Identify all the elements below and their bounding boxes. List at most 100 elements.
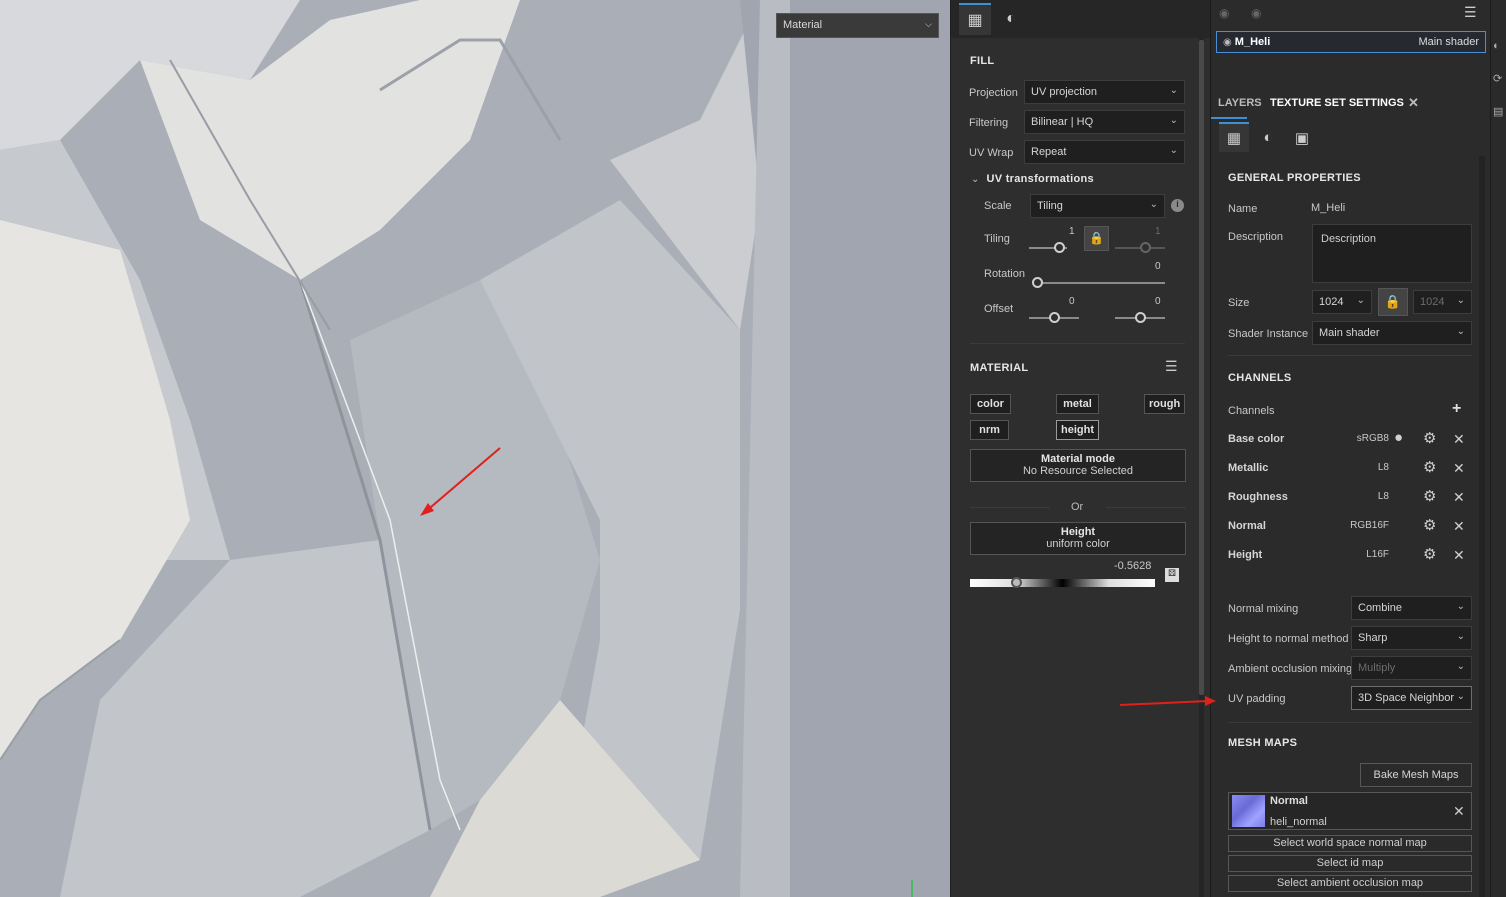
chip-metal[interactable]: metal — [1056, 394, 1099, 414]
offset-knob-a[interactable] — [1049, 312, 1060, 323]
close-icon[interactable]: ✕ — [1453, 431, 1465, 448]
tab-layers[interactable]: LAYERS — [1218, 97, 1262, 109]
texture-set-name: M_Heli — [1234, 36, 1271, 48]
height-to-normal-dropdown[interactable]: Sharp ⌄ — [1351, 626, 1472, 650]
normal-map-thumbnail — [1232, 795, 1265, 827]
ao-mixing-dropdown: Multiply ⌄ — [1351, 656, 1472, 680]
offset-knob-b[interactable] — [1135, 312, 1146, 323]
chip-height[interactable]: height — [1056, 420, 1099, 440]
mesh-maps-title: MESH MAPS — [1228, 737, 1298, 749]
bake-mesh-maps-button[interactable]: Bake Mesh Maps — [1360, 763, 1472, 787]
chevron-down-icon: ⌄ — [971, 174, 980, 185]
properties-scroll-thumb[interactable] — [1199, 40, 1204, 695]
channel-name: Base color — [1228, 433, 1285, 445]
channel-name: Normal — [1228, 520, 1266, 532]
close-icon[interactable]: ✕ — [1453, 803, 1465, 820]
chip-color[interactable]: color — [970, 394, 1011, 414]
chevron-down-icon: ⌄ — [1456, 691, 1465, 702]
height-gradient-slider[interactable] — [970, 579, 1155, 587]
texture-set-scrollbar[interactable] — [1479, 156, 1485, 897]
add-channel-icon[interactable]: + — [1452, 400, 1461, 418]
close-icon[interactable]: ✕ — [1453, 460, 1465, 477]
size-value: 1024 — [1319, 296, 1344, 308]
viewport-mode-select[interactable]: Material ⌵ — [776, 13, 939, 38]
name-value[interactable]: M_Heli — [1311, 202, 1345, 214]
uvwrap-dropdown[interactable]: Repeat ⌄ — [1024, 140, 1185, 164]
chip-nrm[interactable]: nrm — [970, 420, 1009, 440]
channels-label: Channels — [1228, 405, 1275, 417]
close-icon[interactable]: ✕ — [1408, 95, 1419, 111]
info-icon[interactable]: i — [1171, 199, 1184, 212]
properties-panel: ▦ ◐ FILL Projection UV projection ⌄ Filt… — [950, 0, 1210, 897]
scale-dropdown[interactable]: Tiling ⌄ — [1030, 194, 1165, 218]
tab-indicator — [1211, 117, 1247, 119]
rotation-slider[interactable] — [1035, 282, 1165, 284]
color-circles-icon[interactable]: ● — [1394, 429, 1403, 446]
normal-mixing-dropdown[interactable]: Combine ⌄ — [1351, 596, 1472, 620]
texture-set-row[interactable]: ◉ M_Heli Main shader — [1216, 31, 1486, 53]
or-divider-right — [1106, 507, 1186, 508]
texture-set-tabs: LAYERS TEXTURE SET SETTINGS ✕ — [1211, 88, 1491, 120]
mesh-map-name: Normal — [1270, 795, 1308, 807]
select-id-map-button[interactable]: Select id map — [1228, 855, 1472, 872]
select-ao-map-button[interactable]: Select ambient occlusion map — [1228, 875, 1472, 892]
tiling-knob-b — [1140, 242, 1151, 253]
eye-icon[interactable]: ◉ — [1223, 37, 1232, 48]
uv-crop-icon[interactable]: ▣ — [1287, 124, 1317, 154]
document-icon[interactable]: ▤ — [1493, 105, 1503, 118]
close-icon[interactable]: ✕ — [1453, 489, 1465, 506]
gear-icon[interactable]: ⚙ — [1423, 516, 1436, 534]
material-mode-button[interactable]: Material mode No Resource Selected — [970, 449, 1186, 482]
name-label: Name — [1228, 203, 1258, 215]
texture-set-panel: ◉ ◉ ☰ ◉ M_Heli Main shader LAYERS TEXTUR… — [1210, 0, 1490, 897]
dice-icon[interactable]: ⚄ — [1165, 568, 1179, 582]
chip-rough[interactable]: rough — [1144, 394, 1185, 414]
eye-icon[interactable]: ◉ — [1251, 6, 1261, 20]
close-icon[interactable]: ✕ — [1453, 518, 1465, 535]
gear-icon[interactable]: ⚙ — [1423, 429, 1436, 447]
menu-icon[interactable]: ☰ — [1464, 4, 1477, 21]
description-field[interactable]: Description — [1312, 224, 1472, 283]
channel-name: Roughness — [1228, 491, 1288, 503]
size-dropdown[interactable]: 1024 ⌄ — [1312, 290, 1372, 314]
material-sphere-icon[interactable]: ◐ — [1493, 40, 1500, 52]
tab-texture-set-settings[interactable]: TEXTURE SET SETTINGS — [1270, 97, 1404, 109]
gear-icon[interactable]: ⚙ — [1423, 458, 1436, 476]
section-divider — [970, 343, 1185, 344]
close-icon[interactable]: ✕ — [1453, 547, 1465, 564]
projection-value: UV projection — [1031, 86, 1098, 98]
layer-view-icon[interactable]: ▦ — [1219, 122, 1249, 152]
height-uniform-button[interactable]: Height uniform color — [970, 522, 1186, 555]
material-sphere-icon[interactable]: ◐ — [995, 3, 1027, 35]
rotation-knob[interactable] — [1032, 277, 1043, 288]
size-locked-dropdown: 1024 ⌄ — [1413, 290, 1472, 314]
uv-padding-label: UV padding — [1228, 693, 1286, 705]
chevron-down-icon: ⌄ — [1456, 326, 1465, 337]
tiling-knob-a[interactable] — [1054, 242, 1065, 253]
properties-tabs: ▦ ◐ — [951, 0, 1210, 38]
height-value: -0.5628 — [1114, 560, 1152, 572]
mesh-map-normal-row[interactable]: Normal heli_normal ✕ — [1228, 792, 1472, 830]
chevron-down-icon: ⌄ — [1169, 85, 1178, 96]
lock-icon[interactable]: 🔒 — [1378, 288, 1408, 316]
gear-icon[interactable]: ⚙ — [1423, 487, 1436, 505]
mesh-map-file: heli_normal — [1270, 816, 1327, 828]
material-section-title: MATERIAL — [970, 362, 1029, 374]
projection-dropdown[interactable]: UV projection ⌄ — [1024, 80, 1185, 104]
chevron-down-icon: ⌄ — [1149, 199, 1158, 210]
gear-icon[interactable]: ⚙ — [1423, 545, 1436, 563]
shader-instance-dropdown[interactable]: Main shader ⌄ — [1312, 321, 1472, 345]
uv-transformations-toggle[interactable]: ⌄ UV transformations — [971, 173, 1094, 185]
filtering-dropdown[interactable]: Bilinear | HQ ⌄ — [1024, 110, 1185, 134]
material-sphere-icon[interactable]: ◐ — [1253, 124, 1283, 154]
uv-padding-dropdown[interactable]: 3D Space Neighbor ⌄ — [1351, 686, 1472, 710]
3d-viewport[interactable]: Material ⌵ — [0, 0, 950, 897]
tiling-value-a: 1 — [1069, 226, 1075, 237]
select-world-normal-button[interactable]: Select world space normal map — [1228, 835, 1472, 852]
menu-icon[interactable]: ☰ — [1165, 358, 1178, 375]
history-icon[interactable]: ⟳ — [1493, 72, 1502, 85]
lock-icon[interactable]: 🔒 — [1084, 226, 1109, 251]
chevron-down-icon: ⌄ — [1169, 115, 1178, 126]
layer-view-icon[interactable]: ▦ — [959, 3, 991, 35]
eye-hidden-icon[interactable]: ◉ — [1219, 6, 1229, 20]
